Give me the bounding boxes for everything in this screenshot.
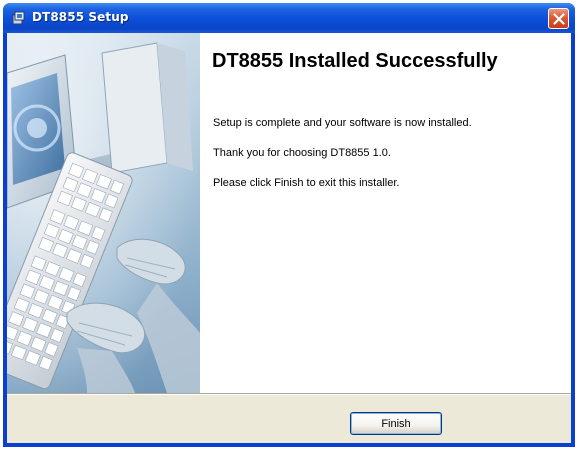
message-line-1: Setup is complete and your software is n… [213,117,472,129]
setup-app-icon [12,11,25,25]
close-icon [553,13,565,25]
window-title: DT8855 Setup [32,10,129,24]
footer-divider-highlight [7,394,571,395]
finish-button[interactable]: Finish [350,412,442,435]
installer-banner-image [7,33,200,393]
close-button[interactable] [548,8,569,29]
setup-window: DT8855 Setup DT8855 Installed Successful… [3,3,575,447]
message-line-2: Thank you for choosing DT8855 1.0. [213,147,391,159]
window-client-area: DT8855 Installed Successfully Setup is c… [7,33,571,443]
completion-content-panel: DT8855 Installed Successfully Setup is c… [200,33,571,393]
page-title: DT8855 Installed Successfully [212,50,498,72]
title-bar[interactable]: DT8855 Setup [3,3,575,33]
message-line-3: Please click Finish to exit this install… [213,177,400,189]
computer-keyboard-illustration [7,33,200,393]
